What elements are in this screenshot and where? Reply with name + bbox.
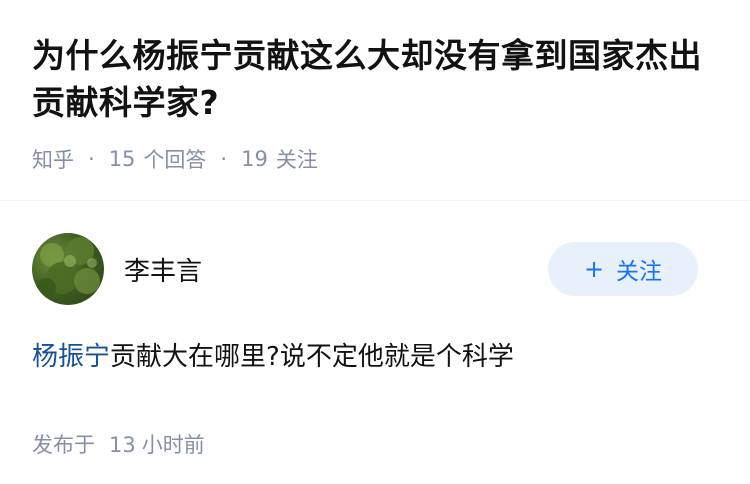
published-number: 13 <box>109 433 136 457</box>
source-label[interactable]: 知乎 <box>32 144 74 174</box>
author-name[interactable]: 李丰言 <box>124 251 202 288</box>
follow-button[interactable]: + 关注 <box>548 242 698 296</box>
answer-body: 贡献大在哪里?说不定他就是个科学 <box>110 342 514 372</box>
plus-icon: + <box>583 255 605 283</box>
author-row: 李丰言 + 关注 <box>32 233 698 305</box>
follower-count-label[interactable]: 关注 <box>276 144 318 174</box>
author-info[interactable]: 李丰言 <box>32 233 202 305</box>
question-meta: 知乎 · 15 个回答 · 19 关注 <box>32 144 718 174</box>
published-time: 发布于 13 小时前 <box>32 429 698 459</box>
answer-content[interactable]: 杨振宁贡献大在哪里?说不定他就是个科学 <box>32 337 698 377</box>
topic-link[interactable]: 杨振宁 <box>32 342 110 372</box>
answer-count: 15 <box>108 147 136 171</box>
published-label: 发布于 <box>32 433 95 457</box>
question-title[interactable]: 为什么杨振宁贡献这么大却没有拿到国家杰出贡献科学家? <box>32 32 718 126</box>
avatar-foliage-image <box>36 237 100 298</box>
meta-separator: · <box>220 147 228 171</box>
meta-separator: · <box>88 147 95 171</box>
avatar[interactable] <box>32 233 104 305</box>
published-unit: 小时前 <box>141 433 205 457</box>
answer-item: 李丰言 + 关注 杨振宁贡献大在哪里?说不定他就是个科学 发布于 13 小时前 <box>0 201 750 459</box>
question-header: 为什么杨振宁贡献这么大却没有拿到国家杰出贡献科学家? 知乎 · 15 个回答 ·… <box>0 0 750 201</box>
answer-count-label[interactable]: 个回答 <box>143 144 206 174</box>
follower-count: 19 <box>241 147 268 171</box>
follow-button-label: 关注 <box>616 259 663 285</box>
